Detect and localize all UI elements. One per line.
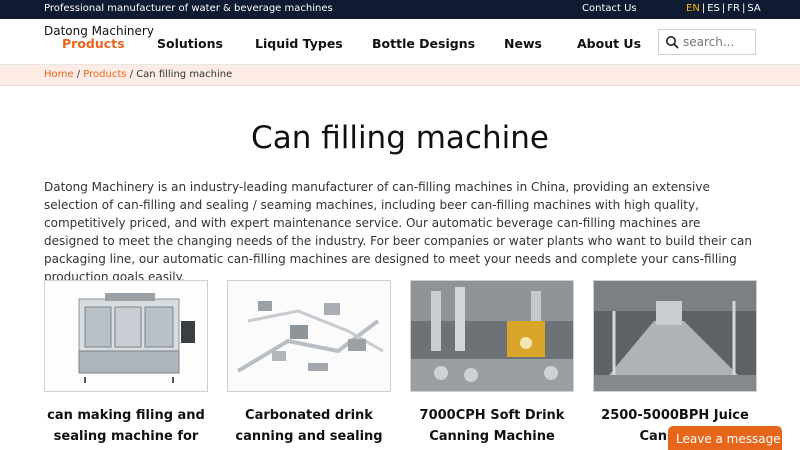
search-input[interactable] (683, 33, 753, 51)
nav-bottle-designs[interactable]: Bottle Designs (372, 36, 475, 51)
breadcrumb: Home / Products / Can filling machine (0, 65, 800, 86)
lang-sa[interactable]: SA (747, 3, 760, 14)
breadcrumb-separator: / (126, 69, 137, 80)
breadcrumb-products[interactable]: Products (83, 69, 126, 80)
product-title[interactable]: can making filing and sealing machine fo… (44, 405, 208, 447)
product-title[interactable]: 7000CPH Soft Drink Canning Machine Beer (410, 405, 574, 450)
nav-about-us[interactable]: About Us (577, 36, 641, 51)
lang-fr[interactable]: FR (727, 3, 740, 14)
lang-es[interactable]: ES (707, 3, 720, 14)
nav-news[interactable]: News (504, 36, 542, 51)
language-switcher: EN | ES | FR | SA (686, 3, 761, 14)
product-card[interactable]: Carbonated drink canning and sealing (227, 280, 391, 447)
nav-solutions[interactable]: Solutions (157, 36, 223, 51)
product-image[interactable] (593, 280, 757, 392)
breadcrumb-current: Can filling machine (136, 69, 233, 80)
leave-message-button[interactable]: Leave a message (668, 426, 782, 450)
search-box[interactable] (658, 29, 756, 55)
product-image[interactable] (227, 280, 391, 392)
nav-liquid-types[interactable]: Liquid Types (255, 36, 343, 51)
product-image[interactable] (410, 280, 574, 392)
product-title[interactable]: Carbonated drink canning and sealing (227, 405, 391, 447)
product-card[interactable]: 2500-5000BPH Juice Cans Bott (593, 280, 757, 447)
search-icon[interactable] (665, 35, 679, 49)
tagline: Professional manufacturer of water & bev… (44, 3, 333, 14)
product-card[interactable]: can making filing and sealing machine fo… (44, 280, 208, 447)
lang-en[interactable]: EN (686, 3, 700, 14)
intro-paragraph: Datong Machinery is an industry-leading … (44, 180, 752, 284)
contact-us-link[interactable]: Contact Us (582, 3, 637, 14)
page-title: Can filling machine (251, 120, 549, 156)
product-card[interactable]: 7000CPH Soft Drink Canning Machine Beer (410, 280, 574, 450)
breadcrumb-home[interactable]: Home (44, 69, 74, 80)
breadcrumb-separator: / (73, 69, 84, 80)
product-image[interactable] (44, 280, 208, 392)
site-header: Datong Machinery Products Solutions Liqu… (0, 19, 800, 65)
nav-products[interactable]: Products (62, 36, 125, 51)
top-bar: Professional manufacturer of water & bev… (0, 0, 800, 19)
